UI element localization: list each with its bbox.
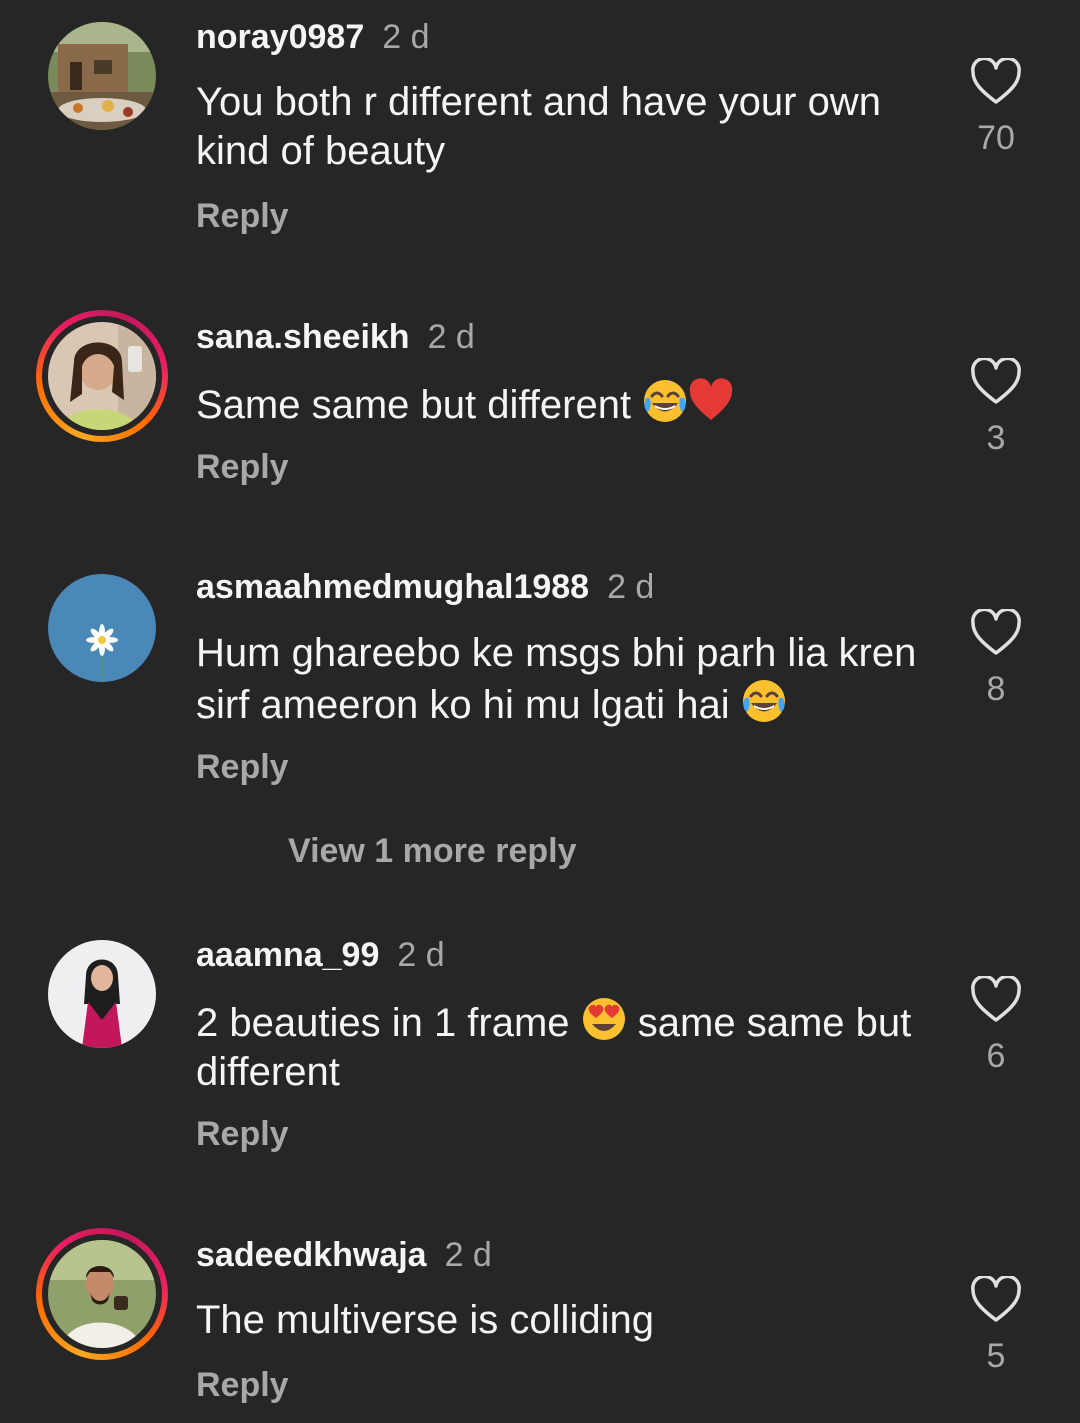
timestamp: 2 d (427, 318, 475, 356)
avatar (48, 1240, 156, 1348)
heart-eyes-emoji (582, 998, 625, 1040)
username[interactable]: noray0987 (196, 18, 364, 56)
username[interactable]: asmaahmedmughal1988 (196, 568, 589, 606)
timestamp: 2 d (382, 18, 430, 56)
like-count: 8 (986, 670, 1006, 708)
like-button[interactable]: 70 (966, 58, 1026, 158)
heart-outline-icon[interactable] (970, 58, 1022, 106)
face-with-tears-of-joy-emoji (742, 680, 785, 722)
red-heart-emoji (689, 378, 733, 420)
avatar-story-ring[interactable] (36, 310, 168, 442)
avatar (48, 322, 156, 430)
like-button[interactable]: 8 (966, 609, 1026, 709)
username[interactable]: aaamna_99 (196, 936, 379, 974)
like-count: 5 (986, 1337, 1006, 1375)
heart-outline-icon[interactable] (970, 358, 1022, 406)
reply-button[interactable]: Reply (196, 1114, 289, 1154)
avatar[interactable] (48, 940, 156, 1048)
comment-header: aaamna_99 2 d (196, 935, 445, 975)
like-count: 70 (977, 119, 1015, 157)
avatar[interactable] (48, 22, 156, 130)
timestamp: 2 d (607, 568, 655, 606)
comment-text: Hum ghareebo ke msgs bhi parh lia kren s… (196, 631, 917, 727)
reply-button[interactable]: Reply (196, 1365, 289, 1405)
comment-text: 2 beauties in 1 frame same same but diff… (196, 996, 936, 1097)
comment-text: Same same but different (196, 378, 936, 430)
like-count: 3 (986, 419, 1006, 457)
like-count: 6 (986, 1037, 1006, 1075)
comment-header: noray0987 2 d (196, 17, 430, 57)
view-more-replies-button[interactable]: View 1 more reply (288, 830, 577, 872)
comment-text: You both r different and have your own k… (196, 80, 881, 173)
comment-text: The multiverse is colliding (196, 1298, 654, 1342)
reply-button[interactable]: Reply (196, 747, 289, 787)
reply-button[interactable]: Reply (196, 196, 289, 236)
avatar-story-ring[interactable] (36, 1228, 168, 1360)
heart-outline-icon[interactable] (970, 1276, 1022, 1324)
like-button[interactable]: 5 (966, 1276, 1026, 1376)
reply-button[interactable]: Reply (196, 447, 289, 487)
heart-outline-icon[interactable] (970, 609, 1022, 657)
timestamp: 2 d (397, 936, 445, 974)
comment-header: asmaahmedmughal1988 2 d (196, 567, 654, 607)
username[interactable]: sana.sheeikh (196, 318, 410, 356)
username[interactable]: sadeedkhwaja (196, 1236, 427, 1274)
heart-outline-icon[interactable] (970, 976, 1022, 1024)
avatar[interactable] (48, 574, 156, 682)
comment-header: sadeedkhwaja 2 d (196, 1235, 492, 1275)
like-button[interactable]: 3 (966, 358, 1026, 458)
comment-header: sana.sheeikh 2 d (196, 317, 475, 357)
face-with-tears-of-joy-emoji (644, 380, 687, 422)
timestamp: 2 d (444, 1236, 492, 1274)
like-button[interactable]: 6 (966, 976, 1026, 1076)
